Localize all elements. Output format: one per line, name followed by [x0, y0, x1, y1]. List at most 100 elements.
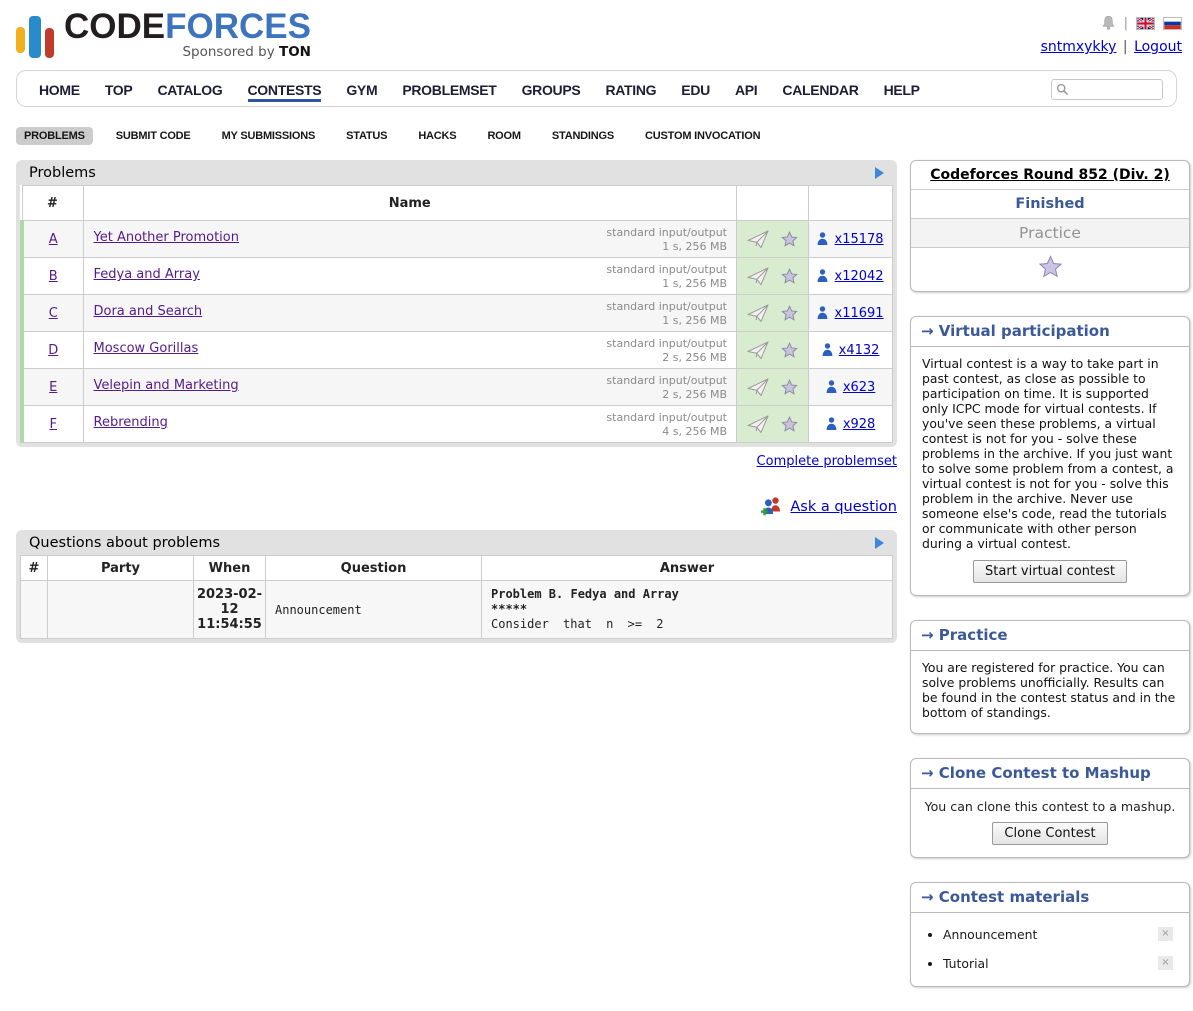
- problem-name-cell: Fedya and Array standard input/output 1 …: [83, 258, 737, 295]
- favorite-star-icon[interactable]: [777, 343, 802, 358]
- contest-tab[interactable]: ROOM: [479, 127, 528, 145]
- contest-tab[interactable]: CUSTOM INVOCATION: [637, 127, 768, 145]
- favorite-star-icon[interactable]: [777, 306, 802, 321]
- problem-name-link[interactable]: Velepin and Marketing: [94, 378, 239, 393]
- nav-item[interactable]: PROBLEMSET: [402, 75, 496, 102]
- codeforces-logo[interactable]: CODEFORCES Sponsored by TON: [16, 8, 311, 68]
- problem-name-link[interactable]: Dora and Search: [94, 304, 203, 319]
- submit-plane-icon[interactable]: [743, 380, 777, 395]
- problems-header-row: # Name: [22, 186, 893, 221]
- bell-icon[interactable]: [1101, 15, 1116, 31]
- virtual-participation-box: → Virtual participation Virtual contest …: [910, 316, 1190, 596]
- nav-item[interactable]: GROUPS: [522, 75, 581, 102]
- problem-name-link[interactable]: Rebrending: [94, 415, 168, 430]
- solved-count-link[interactable]: x11691: [835, 306, 884, 321]
- search-box[interactable]: [1051, 79, 1163, 100]
- solved-count-link[interactable]: x623: [843, 380, 876, 395]
- nav-item[interactable]: CONTESTS: [248, 75, 322, 102]
- close-icon[interactable]: ×: [1158, 927, 1173, 941]
- solved-count-link[interactable]: x4132: [839, 343, 880, 358]
- close-icon[interactable]: ×: [1158, 956, 1173, 970]
- nav-item[interactable]: HOME: [39, 75, 80, 102]
- problem-name-cell: Dora and Search standard input/output 1 …: [83, 295, 737, 332]
- solved-count-link[interactable]: x15178: [835, 232, 884, 247]
- submit-plane-icon[interactable]: [743, 232, 777, 247]
- problem-letter-cell: E: [22, 369, 83, 406]
- contest-tab[interactable]: MY SUBMISSIONS: [214, 127, 324, 145]
- nav-item[interactable]: RATING: [605, 75, 656, 102]
- solved-count-link[interactable]: x12042: [835, 269, 884, 284]
- nav-item[interactable]: CALENDAR: [782, 75, 858, 102]
- logout-link[interactable]: Logout: [1134, 39, 1182, 55]
- virtual-participation-title: → Virtual participation: [911, 317, 1189, 347]
- submit-plane-icon[interactable]: [743, 343, 777, 358]
- problem-name-cell: Velepin and Marketing standard input/out…: [83, 369, 737, 406]
- submit-plane-icon[interactable]: [743, 306, 777, 321]
- ask-question-link[interactable]: Ask a question: [790, 499, 897, 515]
- english-flag-icon[interactable]: [1136, 17, 1155, 30]
- search-input[interactable]: [1069, 82, 1158, 98]
- complete-problemset-link[interactable]: Complete problemset: [757, 454, 897, 469]
- problem-letter-link[interactable]: F: [50, 417, 57, 432]
- contest-material-item: Tutorial ×: [943, 956, 1189, 971]
- q-col-question: Question: [266, 556, 482, 581]
- problem-letter-link[interactable]: A: [49, 232, 58, 247]
- problem-row: D Moscow Gorillas standard input/output …: [22, 332, 893, 369]
- contest-mode: Practice: [911, 219, 1189, 248]
- contest-title-link[interactable]: Codeforces Round 852 (Div. 2): [930, 167, 1169, 183]
- contest-tab[interactable]: PROBLEMS: [16, 127, 93, 145]
- star-icon[interactable]: [1038, 266, 1063, 282]
- problem-name-cell: Yet Another Promotion standard input/out…: [83, 221, 737, 258]
- problems-table: # Name A Yet Another Promotion standard …: [20, 185, 893, 443]
- problem-letter-cell: B: [22, 258, 83, 295]
- contest-material-link[interactable]: Announcement: [943, 927, 1037, 942]
- nav-item[interactable]: TOP: [105, 75, 133, 102]
- nav-item[interactable]: EDU: [681, 75, 710, 102]
- problem-time-memory: 4 s, 256 MB: [606, 425, 727, 439]
- clone-contest-button[interactable]: Clone Contest: [992, 822, 1107, 845]
- problem-actions-cell: [737, 369, 809, 406]
- problem-row: A Yet Another Promotion standard input/o…: [22, 221, 893, 258]
- username-link[interactable]: sntmxykky: [1041, 39, 1117, 55]
- solvers-person-icon: [817, 232, 834, 247]
- submit-plane-icon[interactable]: [743, 269, 777, 284]
- solvers-person-icon: [817, 269, 834, 284]
- nav-item[interactable]: API: [735, 75, 757, 102]
- problem-letter-link[interactable]: B: [49, 269, 58, 284]
- nav-item[interactable]: HELP: [884, 75, 920, 102]
- virtual-button-row: Start virtual contest: [911, 558, 1189, 595]
- problem-name-link[interactable]: Fedya and Array: [94, 267, 200, 282]
- expand-arrow-icon[interactable]: [875, 537, 884, 549]
- start-virtual-contest-button[interactable]: Start virtual contest: [973, 560, 1127, 583]
- solved-count-link[interactable]: x928: [843, 417, 876, 432]
- problem-name-link[interactable]: Yet Another Promotion: [94, 230, 239, 245]
- nav-item[interactable]: GYM: [346, 75, 377, 102]
- problem-solved-cell: x15178: [809, 221, 893, 258]
- problem-letter-cell: F: [22, 406, 83, 443]
- sponsored-by-text: Sponsored by: [182, 44, 274, 60]
- favorite-star-icon[interactable]: [777, 232, 802, 247]
- problem-letter-link[interactable]: C: [49, 306, 58, 321]
- problem-name-link[interactable]: Moscow Gorillas: [94, 341, 199, 356]
- problem-io: standard input/output: [606, 300, 727, 314]
- questions-caption-bar: Questions about problems: [20, 534, 893, 555]
- favorite-star-icon[interactable]: [777, 380, 802, 395]
- problem-letter-link[interactable]: D: [48, 343, 58, 358]
- contest-tab[interactable]: HACKS: [410, 127, 464, 145]
- problems-datatable: Problems # Name A: [16, 160, 897, 447]
- question-index: [21, 581, 48, 639]
- favorite-star-icon[interactable]: [777, 417, 802, 432]
- contest-tab[interactable]: SUBMIT CODE: [108, 127, 199, 145]
- favorite-star-icon[interactable]: [777, 269, 802, 284]
- answer-line: Problem B. Fedya and Array: [491, 587, 883, 602]
- header-right: | sntmxykky | Logout: [1041, 8, 1190, 68]
- contest-material-link[interactable]: Tutorial: [943, 956, 989, 971]
- problem-time-memory: 1 s, 256 MB: [606, 240, 727, 254]
- expand-arrow-icon[interactable]: [875, 167, 884, 179]
- problem-letter-link[interactable]: E: [49, 380, 57, 395]
- submit-plane-icon[interactable]: [743, 417, 777, 432]
- contest-tab[interactable]: STANDINGS: [544, 127, 622, 145]
- russian-flag-icon[interactable]: [1163, 17, 1182, 30]
- contest-tab[interactable]: STATUS: [338, 127, 395, 145]
- nav-item[interactable]: CATALOG: [157, 75, 222, 102]
